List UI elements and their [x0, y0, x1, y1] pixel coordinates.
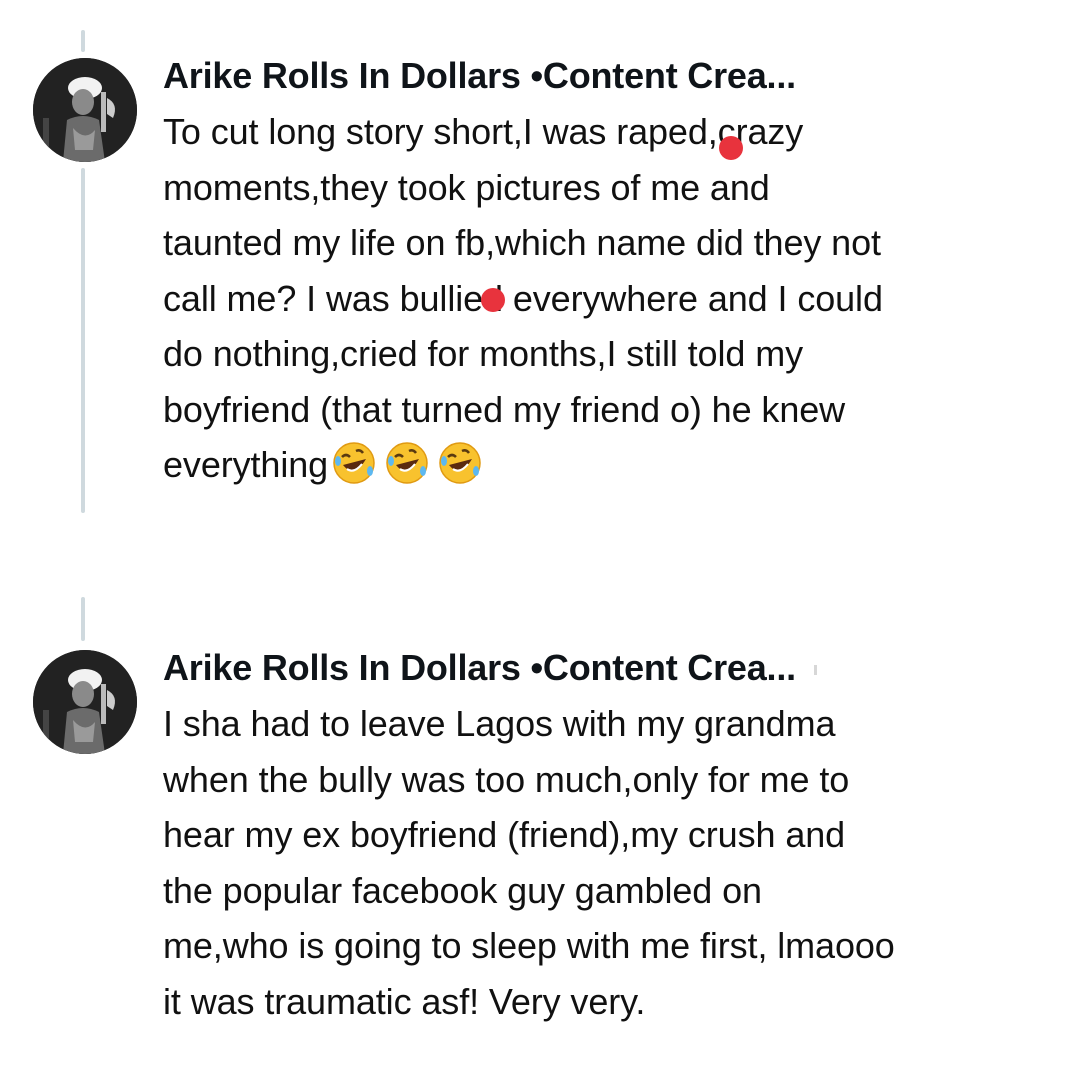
avatar[interactable]: [33, 650, 137, 754]
avatar[interactable]: [33, 58, 137, 162]
tweet-text: I sha had to leave Lagos with my grandma…: [163, 703, 895, 1022]
profile-photo: [33, 650, 137, 754]
separator-mark: [813, 665, 817, 676]
author-name[interactable]: Arike Rolls In Dollars •Content Crea...: [163, 648, 1063, 688]
profile-photo: [33, 58, 137, 162]
rolling-on-floor-laughing-icon: [386, 442, 428, 484]
thread-line-top: [81, 30, 85, 52]
tweet-text-content: To cut long story short,I was raped,craz…: [163, 111, 883, 485]
rolling-on-floor-laughing-icon: [333, 442, 375, 484]
author-name[interactable]: Arike Rolls In Dollars •Content Crea...: [163, 56, 1063, 96]
emoji-group: [332, 441, 491, 501]
thread-line-1: [81, 168, 85, 513]
tweet-text: To cut long story short,I was raped,craz…: [163, 104, 1063, 501]
thread-line-2: [81, 597, 85, 641]
rolling-on-floor-laughing-icon: [439, 442, 481, 484]
author-name-text: Arike Rolls In Dollars •Content Crea...: [163, 647, 796, 688]
redaction-dot: [481, 288, 505, 312]
redaction-dot: [719, 136, 743, 160]
